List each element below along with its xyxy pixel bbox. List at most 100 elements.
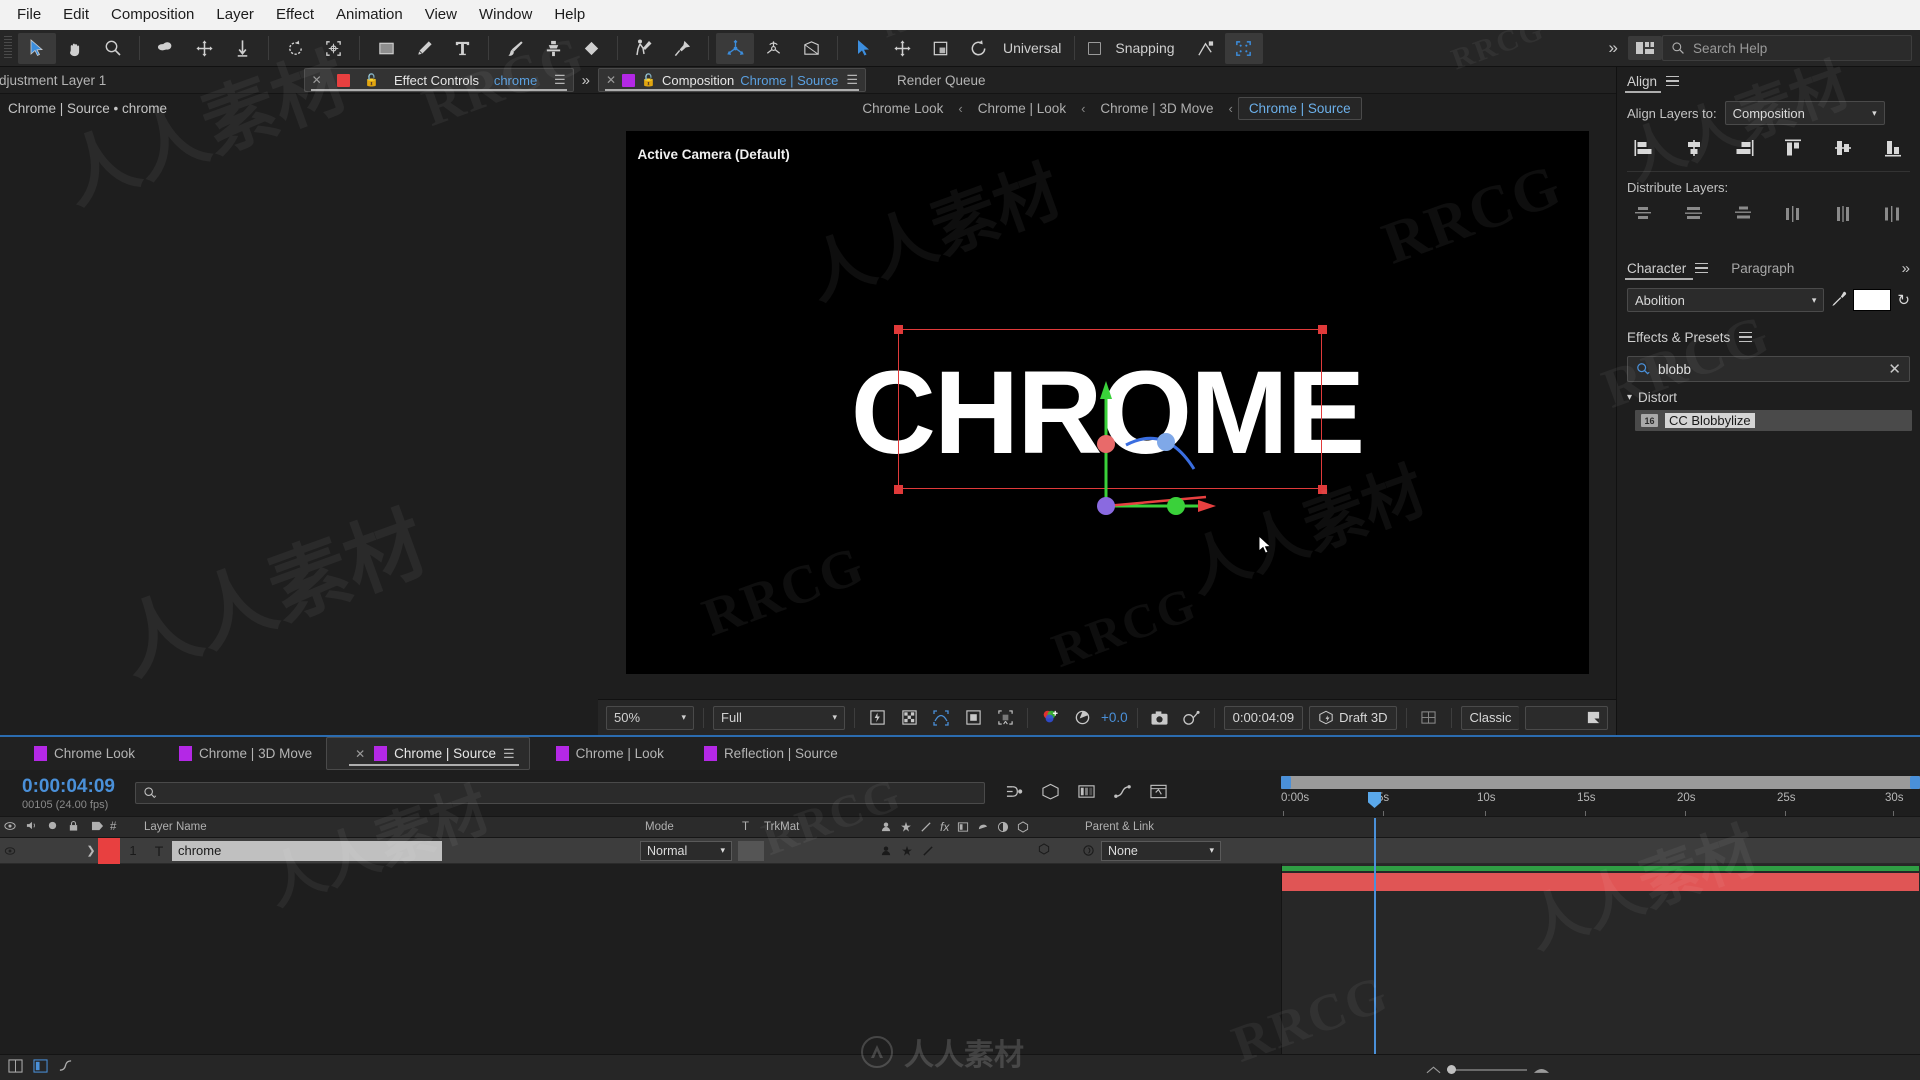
selection-handle-tr[interactable] [1317,324,1327,334]
roto-brush-tool-icon[interactable] [625,33,663,64]
menu-item-file[interactable]: File [6,3,52,27]
layer-visibility-toggle[interactable] [0,846,20,856]
composition-stage[interactable]: Active Camera (Default) CHROME [625,130,1589,674]
gizmo-select-icon[interactable] [845,33,883,64]
align-horizontal-center-button[interactable] [1679,135,1709,161]
expand-arrow-icon[interactable]: ❯ [84,844,98,857]
3d-axis-gizmo[interactable] [1016,319,1276,519]
panel-menu-icon[interactable]: ☰ [554,72,566,88]
distribute-horizontal-left-button[interactable] [1778,201,1808,227]
distribute-vertical-top-button[interactable] [1629,201,1659,227]
3d-position-gizmo-icon[interactable] [716,32,754,64]
exposure-icon[interactable] [1069,706,1095,730]
renderer-select[interactable]: Classic [1460,705,1520,730]
graph-editor-toggle-icon[interactable] [58,1059,73,1076]
region-of-interest-icon[interactable] [960,706,986,730]
shape-tool-icon[interactable] [367,33,405,64]
lock-icon[interactable]: 🔓 [641,73,656,87]
layer-trkmat-toggle[interactable] [738,840,764,861]
layer-switches[interactable] [880,845,934,857]
effects-search-input[interactable] [1658,361,1881,377]
brainstorm-icon[interactable] [1149,783,1168,803]
align-bottom-button[interactable] [1878,135,1908,161]
tab-paragraph[interactable]: Paragraph [1731,261,1794,276]
selection-handle-bl[interactable] [893,484,903,494]
transparency-toggle-icon[interactable] [992,706,1018,730]
tab-composition[interactable]: ✕ 🔓 Composition Chrome | Source ☰ [598,68,866,92]
pen-tool-icon[interactable] [405,33,443,64]
puppet-pin-tool-icon[interactable] [663,33,701,64]
align-right-button[interactable] [1729,135,1759,161]
font-family-select[interactable]: Abolition ▾ [1627,288,1825,312]
gizmo-scale-icon[interactable] [921,33,959,64]
panel-overflow-icon[interactable]: » [574,72,598,89]
panel-menu-icon[interactable]: ☰ [503,746,515,762]
selection-handle-br[interactable] [1317,484,1327,494]
work-area-start-handle[interactable] [1281,776,1291,789]
clone-stamp-tool-icon[interactable] [534,33,572,64]
panel-menu-icon[interactable] [1739,331,1753,343]
menu-item-edit[interactable]: Edit [52,3,100,27]
fast-preview-icon[interactable] [864,706,890,730]
lock-icon[interactable]: 🔓 [364,73,379,87]
universal-label[interactable]: Universal [997,40,1067,56]
panel-overflow-icon[interactable]: » [1902,260,1910,277]
menu-item-composition[interactable]: Composition [100,3,205,27]
hand-tool-icon[interactable] [56,33,94,64]
transparency-grid-icon[interactable] [896,706,922,730]
menu-item-layer[interactable]: Layer [205,3,265,27]
zoom-level-select[interactable]: 50% ▾ [606,705,694,730]
menu-item-help[interactable]: Help [543,3,596,27]
composition-settings-bar[interactable] [1525,705,1608,730]
distribute-horizontal-center-button[interactable] [1828,201,1858,227]
layer-3d-toggle[interactable] [1038,843,1050,858]
selection-handle-tl[interactable] [893,324,903,334]
zoom-tool-icon[interactable] [94,33,132,64]
timeline-track-area[interactable] [1281,864,1920,1069]
layer-duration-bar[interactable] [1282,873,1919,891]
snapping-control[interactable]: Snapping [1082,40,1186,56]
layer-name[interactable]: chrome [172,840,442,861]
toggle-switches-modes-icon[interactable] [8,1059,23,1076]
selection-tool-icon[interactable] [18,32,56,64]
exposure-value[interactable]: +0.0 [1101,710,1128,725]
menu-item-animation[interactable]: Animation [325,3,414,27]
fill-color-swatch[interactable] [1853,289,1892,311]
eraser-tool-icon[interactable] [572,33,610,64]
distribute-vertical-bottom-button[interactable] [1729,201,1759,227]
effects-search-box[interactable]: ✕ [1627,356,1910,382]
take-snapshot-icon[interactable] [1147,706,1173,730]
panel-menu-icon[interactable] [1666,75,1680,87]
menu-item-view[interactable]: View [414,3,468,27]
resolution-select[interactable]: Full ▾ [713,705,845,730]
timeline-ruler[interactable]: 0:00s 5s 10s 15s 20s 25s 30s [1281,770,1920,816]
close-icon[interactable]: ✕ [606,73,616,87]
tab-chrome-look[interactable]: Chrome Look [0,737,149,770]
panel-menu-icon[interactable]: ☰ [846,72,858,88]
dolly-tool-icon[interactable] [223,33,261,64]
chevron-down-icon[interactable]: ▾ [1627,392,1632,403]
clear-search-icon[interactable]: ✕ [1888,360,1901,378]
orbit-tool-icon[interactable] [147,33,185,64]
breadcrumb-item-0[interactable]: Chrome Look [852,98,953,119]
close-icon[interactable]: ✕ [355,747,365,761]
pan-tool-icon[interactable] [185,33,223,64]
align-top-button[interactable] [1778,135,1808,161]
frame-blending-icon[interactable] [33,1059,48,1076]
align-vertical-center-button[interactable] [1828,135,1858,161]
mask-shape-visibility-icon[interactable] [928,706,954,730]
layer-label-color[interactable] [98,837,120,864]
menu-item-effect[interactable]: Effect [265,3,325,27]
snapping-checkbox[interactable] [1088,41,1102,55]
tab-chrome-source[interactable]: ✕ Chrome | Source ☰ [326,737,530,770]
eyedropper-icon[interactable] [1830,290,1847,310]
align-layers-to-select[interactable]: Composition ▾ [1724,101,1885,125]
composition-viewer[interactable]: Active Camera (Default) CHROME [598,122,1616,682]
current-time-indicator[interactable] [1374,818,1376,1069]
tab-adjustment-layer-1[interactable]: Adjustment Layer 1 [0,67,115,94]
tab-reflection-source[interactable]: Reflection | Source [678,737,852,770]
composition-mini-flowchart-icon[interactable] [1005,783,1024,803]
tab-chrome-3d-move[interactable]: Chrome | 3D Move [149,737,326,770]
distribute-horizontal-right-button[interactable] [1878,201,1908,227]
effects-category-distort[interactable]: ▾ Distort [1617,387,1920,408]
